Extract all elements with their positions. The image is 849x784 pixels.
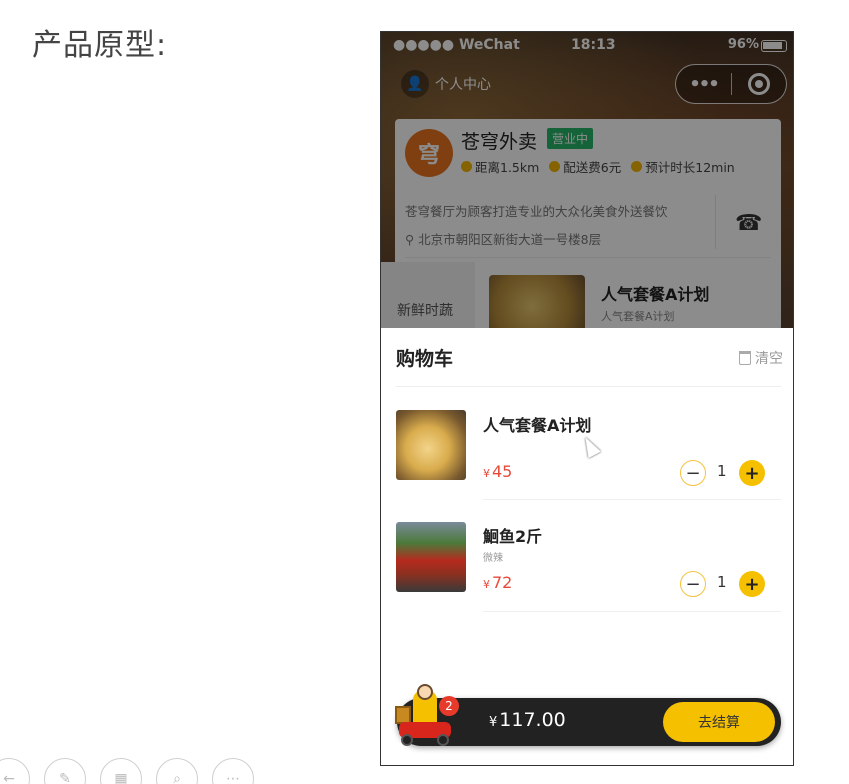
currency-symbol: ¥ [483,467,490,480]
dish-thumbnail [396,410,466,480]
decrease-button[interactable]: − [680,460,706,486]
currency-symbol: ¥ [483,578,490,591]
cart-total: ¥117.00 [489,709,566,731]
back-arrow-icon[interactable]: ← [0,758,30,784]
dim-overlay[interactable] [381,32,793,328]
rider-head [417,684,433,700]
increase-button[interactable]: + [739,460,765,486]
cart-total-value: 117.00 [499,709,566,731]
slide: 产品原型: ●●●●● WeChat 18:13 96% 👤 个人中心 ••• … [0,0,849,784]
item-name: 人气套餐A计划 [483,416,592,435]
wheel [401,734,413,746]
item-price-value: 45 [492,462,513,481]
checkout-button[interactable]: 去结算 [663,702,775,742]
pen-icon[interactable]: ✎ [44,758,86,784]
item-flavor-tag: 微辣 [483,553,503,564]
more-icon[interactable]: ⋯ [212,758,254,784]
currency-symbol: ¥ [489,715,498,730]
presentation-toolbar: ← ✎ ▦ ⌕ ⋯ [0,758,254,784]
clear-cart-label: 清空 [755,351,783,367]
item-price: ¥45 [483,462,512,481]
zoom-icon[interactable]: ⌕ [156,758,198,784]
wheel [437,734,449,746]
cart-title: 购物车 [396,348,454,370]
clear-cart-button[interactable]: 清空 [739,348,783,368]
increase-button[interactable]: + [739,571,765,597]
item-quantity: 1 [717,573,727,591]
item-name: 鮰鱼2斤 [483,527,543,546]
trash-icon [739,351,751,365]
slide-title: 产品原型: [32,28,168,63]
divider [483,611,781,612]
slides-icon[interactable]: ▦ [100,758,142,784]
item-price: ¥72 [483,573,512,592]
divider [396,386,781,387]
cart-count-badge: 2 [439,696,459,716]
item-quantity: 1 [717,462,727,480]
decrease-button[interactable]: − [680,571,706,597]
item-price-value: 72 [492,573,513,592]
phone-screen: ●●●●● WeChat 18:13 96% 👤 个人中心 ••• 穹 苍穹外卖… [380,31,794,766]
dish-thumbnail [396,522,466,592]
cart-item: 鮰鱼2斤 微辣 ¥72 − 1 + [381,500,793,612]
